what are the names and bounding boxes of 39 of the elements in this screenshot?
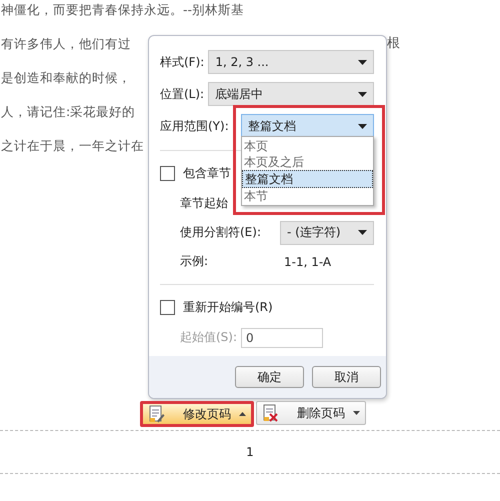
- field-label: 起始值(S):: [180, 329, 238, 346]
- toolbar-button[interactable]: 修改页码: [140, 401, 254, 427]
- caret-icon: [358, 92, 367, 96]
- dropdown-option[interactable]: 本页: [242, 138, 373, 154]
- dialog-button[interactable]: 取消: [312, 366, 381, 388]
- document-text: 是创造和奉献的时候，: [1, 69, 131, 87]
- dropdown-option[interactable]: 整篇文档: [242, 170, 373, 188]
- caret-icon: [239, 412, 246, 416]
- field-label: 应用范围(Y):: [160, 118, 229, 134]
- example-value: 1-1, 1-A: [284, 254, 332, 268]
- dropdown[interactable]: 底端居中: [208, 82, 374, 106]
- field-label: 样式(F):: [160, 54, 204, 70]
- document-text: 有许多伟人，他们有过: [1, 35, 131, 53]
- checkbox[interactable]: [160, 166, 175, 180]
- caret-icon: [358, 230, 367, 235]
- checkbox-label: 重新开始编号(R): [183, 298, 273, 316]
- caret-icon: [358, 124, 367, 128]
- toolbar-button[interactable]: 删除页码: [256, 401, 366, 425]
- caret-icon: [353, 411, 360, 415]
- document-text: 根: [387, 35, 400, 53]
- dropdown[interactable]: - (连字符): [280, 220, 374, 244]
- dialog-button[interactable]: 确定: [235, 366, 304, 388]
- field-label: 位置(L):: [160, 86, 204, 102]
- field-label: 使用分割符(E):: [180, 224, 262, 241]
- checkbox[interactable]: [160, 300, 175, 314]
- field-label: 章节起始: [180, 195, 228, 212]
- dropdown-option[interactable]: 本页及之后: [242, 154, 373, 170]
- edit-document-icon: [149, 405, 165, 423]
- caret-icon: [358, 60, 367, 64]
- document-text: 神僵化，而要把青春保持永远。--别林斯基: [1, 1, 244, 19]
- document-text: 人，请记住:采花最好的: [1, 103, 136, 121]
- field-label: 示例:: [180, 253, 210, 270]
- dropdown[interactable]: 整篇文档: [240, 114, 374, 138]
- dropdown-option[interactable]: 本节: [242, 188, 373, 204]
- delete-document-icon: [263, 404, 279, 422]
- dropdown[interactable]: 1, 2, 3 ...: [208, 50, 374, 74]
- checkbox-label: 包含章节: [183, 164, 231, 182]
- page-number: 1: [245, 444, 255, 460]
- document-text: 之计在于晨，一年之计在: [1, 137, 144, 155]
